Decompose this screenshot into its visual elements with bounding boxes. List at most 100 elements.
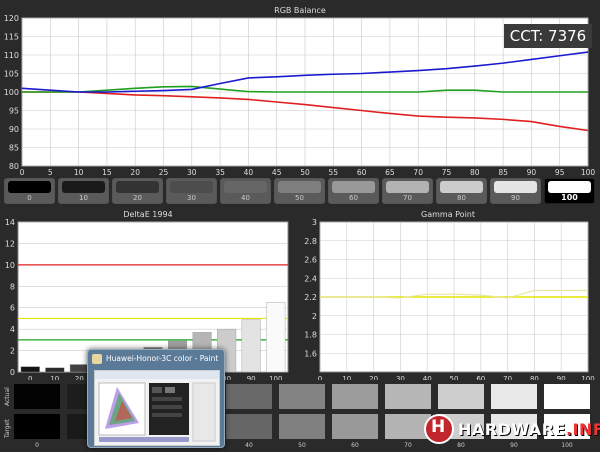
- grayscale-tile-actual: [438, 384, 484, 409]
- rgb-x-tick: 25: [159, 168, 169, 177]
- deltae-y-tick: 8: [10, 282, 15, 291]
- gray-swatch-chip: [440, 181, 483, 193]
- gray-swatch-label: 10: [79, 194, 88, 202]
- grayscale-tile-actual: [491, 384, 537, 409]
- gamma-y-tick: 2.4: [304, 274, 317, 283]
- grayscale-tile-actual: [14, 384, 60, 409]
- gray-swatch-30[interactable]: 30: [166, 178, 217, 204]
- rgb-y-tick: 110: [4, 51, 19, 60]
- rgb-x-tick: 60: [357, 168, 367, 177]
- logo-suffix: .INFO: [565, 420, 600, 439]
- grayscale-tile-target: [14, 414, 60, 439]
- grayscale-tile-actual: [385, 384, 431, 409]
- gray-swatch-50[interactable]: 50: [274, 178, 325, 204]
- deltae-y-tick: 6: [10, 304, 15, 313]
- gray-swatch-chip: [494, 181, 537, 193]
- rgb-x-tick: 40: [244, 168, 254, 177]
- gamma-y-tick: 2.2: [304, 293, 317, 302]
- logo-main: HARDWARE: [458, 420, 566, 439]
- gray-swatch-label: 80: [457, 194, 466, 202]
- grayscale-tile-label: 50: [298, 442, 306, 449]
- rgb-x-tick: 80: [470, 168, 480, 177]
- grayscale-tile-target: [226, 414, 272, 439]
- paint-app-icon: [92, 354, 102, 364]
- rgb-x-tick: 75: [442, 168, 452, 177]
- cct-readout: CCT: 7376: [504, 24, 592, 48]
- rgb-y-tick: 95: [9, 107, 19, 116]
- deltae-y-tick: 4: [10, 325, 15, 334]
- deltae-y-tick: 12: [5, 239, 15, 248]
- gamma-y-tick: 3: [312, 218, 317, 227]
- rgb-y-axis: 80 85 90 95 100 105 110 115 120: [4, 14, 19, 171]
- gamma-y-axis: 1.6 1.8 2 2.2 2.4 2.6 2.8 3: [304, 218, 317, 358]
- rgb-x-tick: 5: [48, 168, 53, 177]
- gray-swatch-chip: [386, 181, 429, 193]
- gamma-y-tick: 1.6: [304, 349, 317, 358]
- gray-swatch-60[interactable]: 60: [328, 178, 379, 204]
- rgb-y-tick: 85: [9, 144, 19, 153]
- actual-row-label: Actual: [4, 387, 11, 406]
- gamma-chart: Gamma Point 1.61.822.22.42.62.83 0 10 20 30…: [304, 210, 594, 380]
- gray-swatch-chip: [548, 181, 591, 193]
- hardware-info-logo: H HARDWARE.INFO: [422, 412, 600, 448]
- paint-window-thumbnail[interactable]: [94, 370, 220, 446]
- rgb-x-tick: 30: [187, 168, 197, 177]
- logo-mark-letter: H: [431, 417, 446, 437]
- rgb-x-tick: 15: [102, 168, 112, 177]
- rgb-x-axis: 0 5 10 15 20 25 30 35 40 45 50 55 60 65 70 75 80 85 90 95 10…: [20, 168, 596, 177]
- grayscale-tile-actual: [544, 384, 590, 409]
- rgb-x-tick: 95: [555, 168, 565, 177]
- rgb-y-tick: 115: [4, 33, 19, 42]
- gray-swatch-label: 20: [133, 194, 142, 202]
- grayscale-tile-actual: [279, 384, 325, 409]
- grayscale-tile-target: [279, 414, 325, 439]
- grayscale-tile-label: 60: [351, 442, 359, 449]
- deltae-bar-20: [69, 364, 89, 373]
- deltae-bar-0: [20, 366, 40, 373]
- grayscale-tile-actual: [332, 384, 378, 409]
- gray-swatch-chip: [332, 181, 375, 193]
- gray-swatch-chip: [62, 181, 105, 193]
- rgb-x-tick: 50: [300, 168, 310, 177]
- paint-window-preview[interactable]: Huawei-Honor-3C color - Paint: [87, 349, 225, 448]
- rgb-y-tick: 90: [9, 125, 19, 134]
- gray-swatch-label: 70: [403, 194, 412, 202]
- rgb-x-tick: 65: [385, 168, 395, 177]
- grayscale-tile-actual: [226, 384, 272, 409]
- paint-window-title: Huawei-Honor-3C color - Paint: [106, 354, 219, 363]
- deltae-bar-10: [45, 367, 65, 373]
- gray-swatch-100[interactable]: 100: [544, 178, 595, 204]
- gray-swatch-label: 50: [295, 194, 304, 202]
- rgb-x-tick: 20: [130, 168, 140, 177]
- gamma-chart-title: Gamma Point: [421, 210, 475, 219]
- rgb-x-tick: 100: [581, 168, 596, 177]
- gamma-y-tick: 2: [312, 312, 317, 321]
- gray-swatch-chip: [278, 181, 321, 193]
- gray-swatch-10[interactable]: 10: [58, 178, 109, 204]
- deltae-bar-100: [266, 302, 286, 373]
- gamma-y-tick: 2.8: [304, 237, 317, 246]
- gray-swatch-40[interactable]: 40: [220, 178, 271, 204]
- gray-swatch-70[interactable]: 70: [382, 178, 433, 204]
- grayscale-tile-target: [332, 414, 378, 439]
- rgb-x-tick: 70: [413, 168, 423, 177]
- logo-text: HARDWARE.INFO: [458, 420, 600, 439]
- deltae-y-tick: 14: [5, 218, 15, 227]
- gray-swatch-chip: [116, 181, 159, 193]
- rgb-x-tick: 90: [527, 168, 537, 177]
- deltae-y-tick: 10: [5, 261, 15, 270]
- gray-swatch-0[interactable]: 0: [4, 178, 55, 204]
- rgb-x-tick: 0: [20, 168, 25, 177]
- gray-swatch-label: 90: [511, 194, 520, 202]
- deltae-y-axis: 0 2 4 6 8 10 12 14: [5, 218, 15, 377]
- grayscale-tile-label: 40: [245, 442, 253, 449]
- cie-diagram-thumbnail: [95, 371, 219, 442]
- gray-swatch-80[interactable]: 80: [436, 178, 487, 204]
- rgb-x-tick: 35: [215, 168, 225, 177]
- gray-swatch-label: 0: [27, 194, 32, 202]
- gray-swatch-chip: [170, 181, 213, 193]
- gray-swatch-20[interactable]: 20: [112, 178, 163, 204]
- gray-swatch-90[interactable]: 90: [490, 178, 541, 204]
- deltae-y-tick: 0: [10, 368, 15, 377]
- gray-swatch-label: 60: [349, 194, 358, 202]
